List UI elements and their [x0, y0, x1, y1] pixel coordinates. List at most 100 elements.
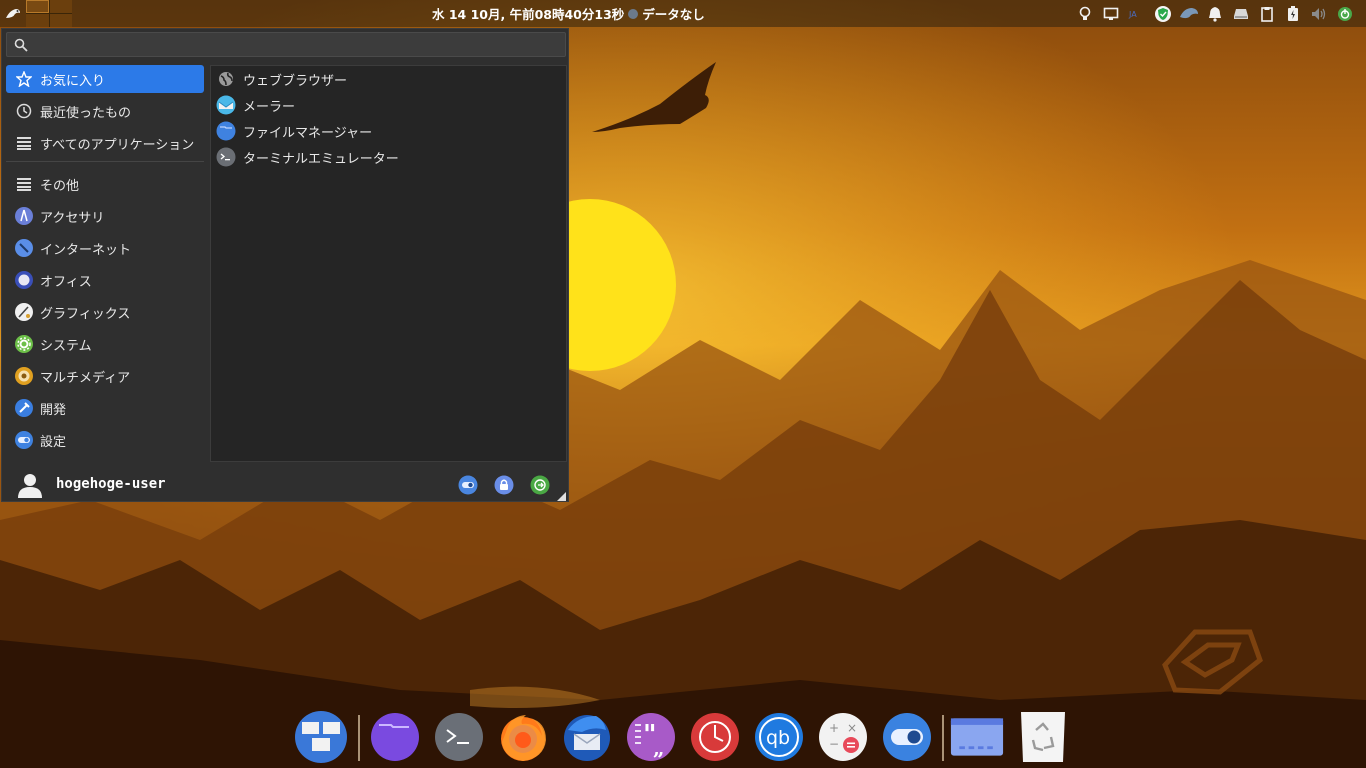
- svg-text:JA: JA: [1128, 10, 1137, 19]
- web-browser-icon: [215, 68, 237, 90]
- workspace-switcher[interactable]: [26, 0, 72, 27]
- tray-volume[interactable]: [1306, 0, 1332, 27]
- clock-text: 水 14 10月, 午前08時40分13秒: [432, 7, 625, 22]
- settings-toggle-icon: [458, 475, 478, 495]
- category-favorites[interactable]: お気に入り: [6, 65, 204, 93]
- category-label: 最近使ったもの: [40, 105, 132, 121]
- category-system[interactable]: システム: [6, 330, 204, 358]
- system-tray: JA: [1072, 0, 1358, 27]
- quotes-icon: " „: [627, 713, 675, 761]
- settings-toggle-icon: [883, 713, 931, 761]
- tray-keyboard[interactable]: JA: [1124, 0, 1150, 27]
- tray-lightbulb[interactable]: [1072, 0, 1098, 27]
- category-recent[interactable]: 最近使ったもの: [6, 97, 204, 125]
- search-bar[interactable]: [6, 32, 566, 57]
- clock[interactable]: 水 14 10月, 午前08時40分13秒 データなし: [432, 4, 705, 23]
- system-icon: [14, 334, 34, 354]
- dock-workspaces[interactable]: [294, 710, 348, 764]
- timeshift-icon: [691, 713, 739, 761]
- dock-thunderbird[interactable]: [560, 710, 614, 764]
- settings-icon: [14, 430, 34, 450]
- dock-terminal[interactable]: [432, 710, 486, 764]
- log-out-button[interactable]: [529, 474, 551, 496]
- lock-icon: [494, 475, 514, 495]
- category-all-applications[interactable]: すべてのアプリケーション: [6, 129, 204, 157]
- dock-trash[interactable]: [1016, 710, 1070, 764]
- tray-display[interactable]: [1098, 0, 1124, 27]
- app-terminal[interactable]: ターミナルエミュレーター: [211, 144, 566, 170]
- weather-text: データなし: [642, 7, 705, 22]
- log-out-icon: [530, 475, 550, 495]
- terminal-icon: [435, 713, 483, 761]
- lightbulb-icon: [1079, 6, 1091, 20]
- category-graphics[interactable]: グラフィックス: [6, 298, 204, 326]
- star-icon: [14, 69, 34, 89]
- dock-separator: [358, 715, 360, 761]
- tray-power[interactable]: [1332, 0, 1358, 27]
- dock-file-manager[interactable]: [368, 710, 422, 764]
- dock-calculator[interactable]: + × −: [816, 710, 870, 764]
- category-office[interactable]: オフィス: [6, 266, 204, 294]
- tray-clipboard[interactable]: [1254, 0, 1280, 27]
- session-icon: [1338, 6, 1352, 21]
- search-input[interactable]: [32, 33, 552, 56]
- drive-icon: [1234, 8, 1248, 19]
- tray-update[interactable]: [1176, 0, 1202, 27]
- tray-shield[interactable]: [1150, 0, 1176, 27]
- list-icon: [14, 133, 34, 153]
- tray-notifications[interactable]: [1202, 0, 1228, 27]
- app-web-browser[interactable]: ウェブブラウザー: [211, 66, 566, 92]
- category-multimedia[interactable]: マルチメディア: [6, 362, 204, 390]
- app-label: ウェブブラウザー: [243, 73, 348, 89]
- workspace-3[interactable]: [26, 14, 49, 27]
- svg-text:+: +: [829, 721, 839, 735]
- settings-manager-button[interactable]: [457, 474, 479, 496]
- workspace-4[interactable]: [49, 14, 72, 27]
- username: hogehoge-user: [56, 476, 166, 492]
- app-file-manager[interactable]: ファイルマネージャー: [211, 118, 566, 144]
- category-accessories[interactable]: アクセサリ: [6, 202, 204, 230]
- bell-icon: [1209, 6, 1221, 22]
- dock-firefox[interactable]: [496, 710, 550, 764]
- tray-drive[interactable]: [1228, 0, 1254, 27]
- lock-screen-button[interactable]: [493, 474, 515, 496]
- tray-battery[interactable]: [1280, 0, 1306, 27]
- whisker-menu-button[interactable]: [2, 3, 24, 24]
- dock-timeshift[interactable]: [688, 710, 742, 764]
- development-icon: [14, 398, 34, 418]
- keyboard-layout-icon: JA: [1128, 10, 1137, 19]
- workspace-2[interactable]: [49, 0, 72, 13]
- graphics-icon: [14, 302, 34, 322]
- category-development[interactable]: 開発: [6, 394, 204, 422]
- category-settings[interactable]: 設定: [6, 426, 204, 454]
- svg-text:×: ×: [847, 721, 857, 735]
- dock-window[interactable]: [950, 710, 1004, 764]
- display-icon: [1103, 7, 1119, 20]
- clock-icon: [14, 101, 34, 121]
- qbittorrent-icon: qb: [755, 713, 803, 761]
- svg-text:−: −: [829, 737, 839, 751]
- dock-qbittorrent[interactable]: qb: [752, 710, 806, 764]
- category-label: グラフィックス: [40, 306, 131, 322]
- category-internet[interactable]: インターネット: [6, 234, 204, 262]
- top-panel: 水 14 10月, 午前08時40分13秒 データなし JA: [0, 0, 1366, 27]
- update-manager-icon: [1180, 7, 1198, 18]
- workspace-1[interactable]: [26, 0, 49, 13]
- terminal-icon: [215, 146, 237, 168]
- volume-icon: [1312, 7, 1326, 20]
- dock-quotes[interactable]: " „: [624, 710, 678, 764]
- distro-logo-icon: [6, 8, 20, 18]
- dock-settings[interactable]: [880, 710, 934, 764]
- search-icon: [10, 34, 32, 56]
- thunderbird-icon: [564, 715, 610, 761]
- user-avatar: [17, 472, 43, 498]
- category-label: システム: [40, 338, 92, 354]
- app-label: ターミナルエミュレーター: [243, 151, 399, 167]
- app-mailer[interactable]: メーラー: [211, 92, 566, 118]
- resize-grip-icon[interactable]: [557, 492, 566, 501]
- menu-footer: hogehoge-user: [2, 465, 568, 503]
- file-manager-icon: [371, 713, 419, 761]
- trash-icon: [1021, 712, 1065, 762]
- category-other[interactable]: その他: [6, 170, 204, 198]
- category-label: オフィス: [40, 274, 92, 290]
